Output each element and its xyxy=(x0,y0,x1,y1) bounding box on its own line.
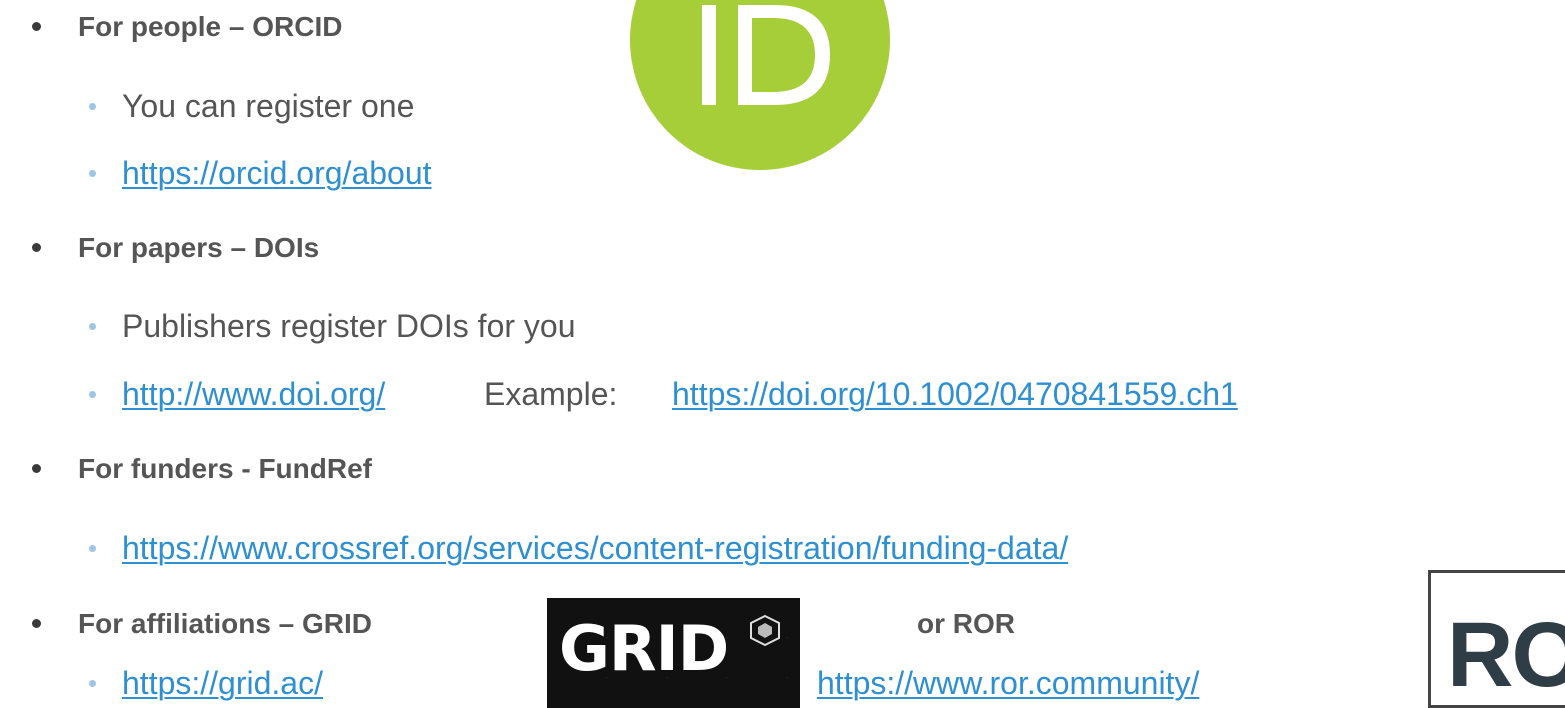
sub-bullet-dot xyxy=(89,103,96,110)
heading-funders: For funders - FundRef xyxy=(78,453,372,484)
doi-example-link[interactable]: https://doi.org/10.1002/0470841559.ch1 xyxy=(672,378,1238,410)
orcid-logo xyxy=(630,0,890,170)
sub-bullet-dot xyxy=(89,170,96,177)
sub-bullet-dot xyxy=(89,391,96,398)
grid-logo: GRID xyxy=(547,598,800,708)
orcid-link[interactable]: https://orcid.org/about xyxy=(122,157,432,189)
heading-people: For people – ORCID xyxy=(78,11,343,42)
heading-papers: For papers – DOIs xyxy=(78,232,320,263)
grid-cube-icon xyxy=(750,614,780,646)
sub-bullet-dot xyxy=(89,680,96,687)
text-publishers-register: Publishers register DOIs for you xyxy=(122,308,576,344)
example-label: Example: xyxy=(484,376,618,412)
sub-bullet-dot xyxy=(89,323,96,330)
ror-link[interactable]: https://www.ror.community/ xyxy=(817,667,1199,699)
sub-bullet-dot xyxy=(89,545,96,552)
bullet-dot xyxy=(32,243,41,252)
ror-logo-text: ROR xyxy=(1447,604,1565,706)
text-register-one: You can register one xyxy=(122,88,415,124)
heading-affiliations: For affiliations – GRID xyxy=(78,608,373,639)
slide: For people – ORCID You can register one … xyxy=(0,0,1565,708)
doi-link[interactable]: http://www.doi.org/ xyxy=(122,378,385,410)
bullet-dot xyxy=(32,619,41,628)
orcid-id-icon xyxy=(702,5,830,105)
heading-or-ror: or ROR xyxy=(917,608,1015,639)
ror-logo: ROR xyxy=(1428,570,1565,708)
grid-logo-text: GRID xyxy=(559,612,729,685)
crossref-funding-link[interactable]: https://www.crossref.org/services/conten… xyxy=(122,532,1068,564)
bullet-dot xyxy=(32,464,41,473)
bullet-dot xyxy=(32,22,41,31)
grid-link[interactable]: https://grid.ac/ xyxy=(122,667,323,699)
